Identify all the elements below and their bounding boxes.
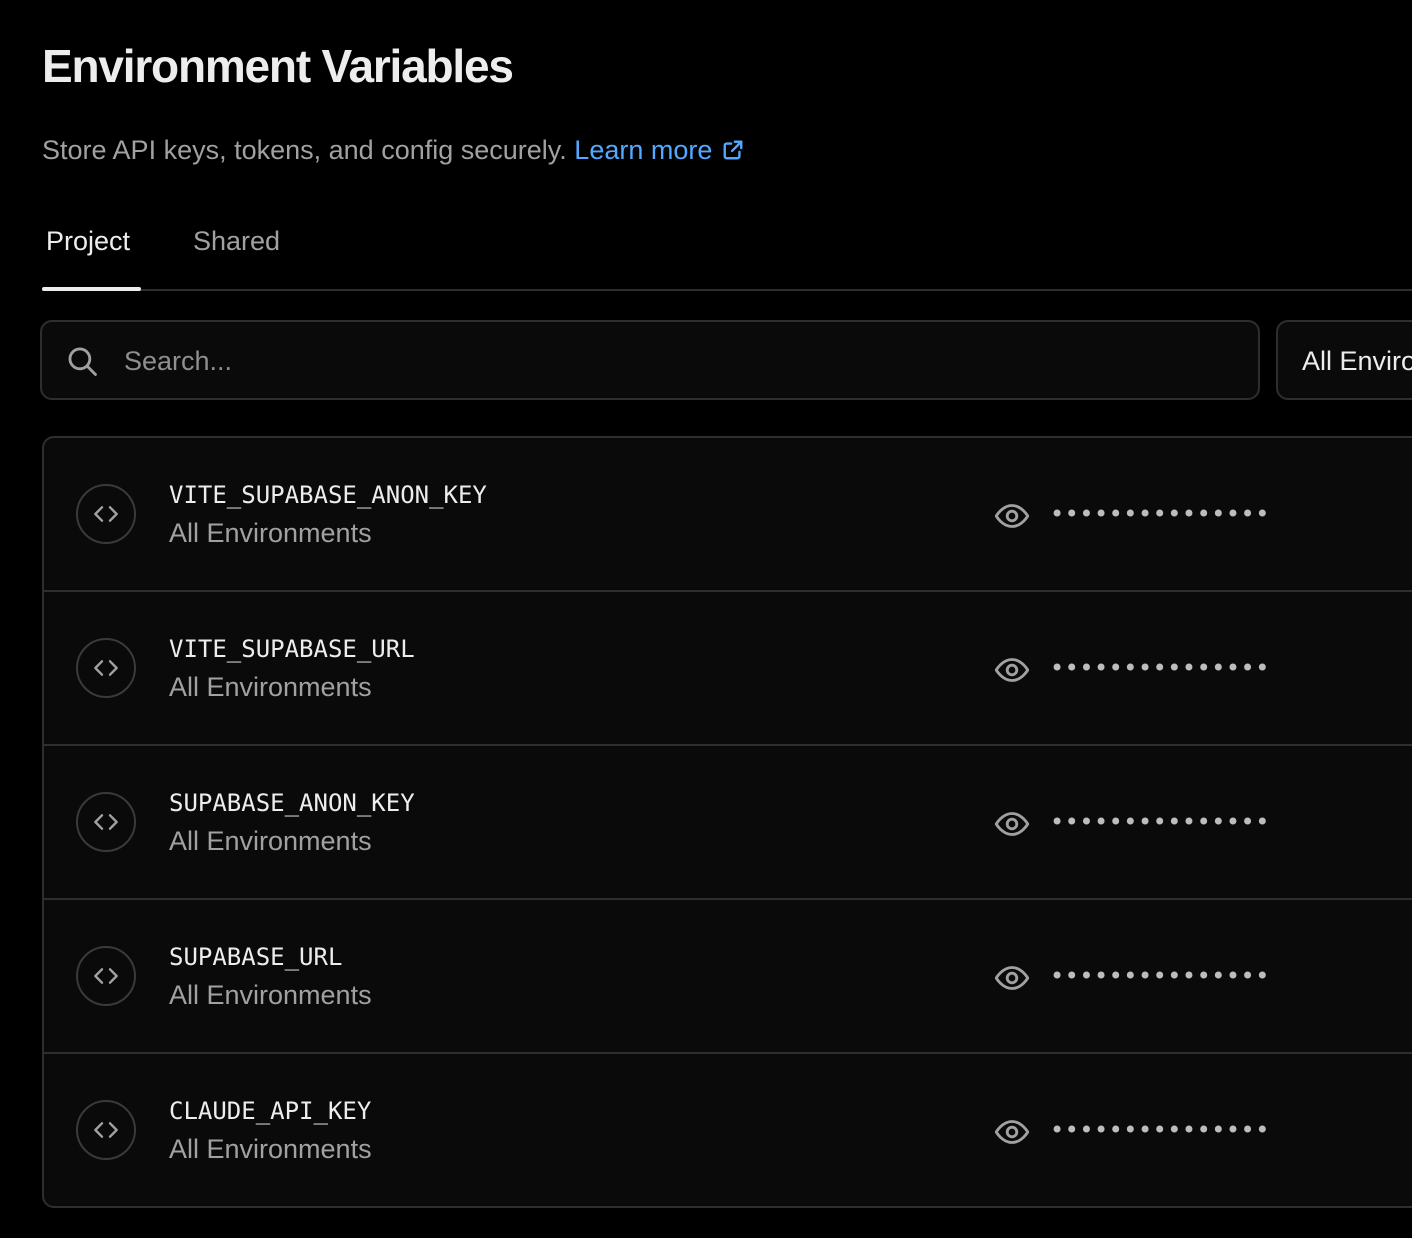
tab-project[interactable]: Project: [46, 224, 130, 258]
external-link-icon: [723, 140, 743, 160]
tab-shared-label: Shared: [193, 226, 281, 256]
reveal-value-button[interactable]: [992, 1112, 1032, 1152]
tab-project-label: Project: [46, 226, 131, 256]
masked-value: •••••••••••••••: [1050, 962, 1270, 990]
reveal-value-button[interactable]: [992, 650, 1032, 690]
code-icon: [76, 484, 136, 544]
eye-icon: [994, 504, 1030, 528]
variable-row[interactable]: VITE_SUPABASE_URL All Environments •••••…: [44, 592, 1412, 746]
variable-row[interactable]: SUPABASE_URL All Environments ••••••••••…: [44, 900, 1412, 1054]
variable-name: CLAUDE_API_KEY: [169, 1097, 372, 1125]
variable-row[interactable]: CLAUDE_API_KEY All Environments ••••••••…: [44, 1054, 1412, 1206]
variable-environment: All Environments: [169, 1134, 372, 1164]
active-tab-indicator: [42, 287, 141, 291]
variables-list: VITE_SUPABASE_ANON_KEY All Environments …: [42, 436, 1412, 1208]
eye-icon: [994, 812, 1030, 836]
variable-name: SUPABASE_URL: [169, 943, 343, 971]
variable-name: VITE_SUPABASE_ANON_KEY: [169, 481, 487, 509]
environment-filter-label: All Environments: [1302, 346, 1412, 376]
masked-value: •••••••••••••••: [1050, 808, 1270, 836]
page-subtitle: Store API keys, tokens, and config secur…: [42, 132, 744, 168]
search-box: [40, 320, 1260, 400]
code-icon: [76, 1100, 136, 1160]
variable-name: SUPABASE_ANON_KEY: [169, 789, 415, 817]
code-icon: [76, 792, 136, 852]
reveal-value-button[interactable]: [992, 958, 1032, 998]
page-title: Environment Variables: [42, 40, 514, 92]
search-icon: [68, 347, 97, 376]
variable-environment: All Environments: [169, 826, 372, 856]
eye-icon: [994, 966, 1030, 990]
tab-bar: Project Shared: [42, 214, 1412, 291]
eye-icon: [994, 1120, 1030, 1144]
subtitle-text: Store API keys, tokens, and config secur…: [42, 135, 567, 165]
eye-icon: [994, 658, 1030, 682]
code-icon: [76, 638, 136, 698]
tab-shared[interactable]: Shared: [193, 224, 280, 258]
variable-row[interactable]: VITE_SUPABASE_ANON_KEY All Environments …: [44, 438, 1412, 592]
environment-filter-select[interactable]: All Environments: [1276, 320, 1412, 400]
learn-more-link[interactable]: Learn more: [574, 132, 744, 168]
learn-more-label: Learn more: [574, 135, 713, 165]
code-icon: [76, 946, 136, 1006]
env-variables-page: Environment Variables Store API keys, to…: [0, 0, 1412, 1238]
variable-row[interactable]: SUPABASE_ANON_KEY All Environments •••••…: [44, 746, 1412, 900]
search-input[interactable]: [122, 322, 1226, 400]
reveal-value-button[interactable]: [992, 804, 1032, 844]
masked-value: •••••••••••••••: [1050, 1116, 1270, 1144]
variable-environment: All Environments: [169, 672, 372, 702]
reveal-value-button[interactable]: [992, 496, 1032, 536]
masked-value: •••••••••••••••: [1050, 654, 1270, 682]
variable-name: VITE_SUPABASE_URL: [169, 635, 415, 663]
variable-environment: All Environments: [169, 518, 372, 548]
variable-environment: All Environments: [169, 980, 372, 1010]
masked-value: •••••••••••••••: [1050, 500, 1270, 528]
